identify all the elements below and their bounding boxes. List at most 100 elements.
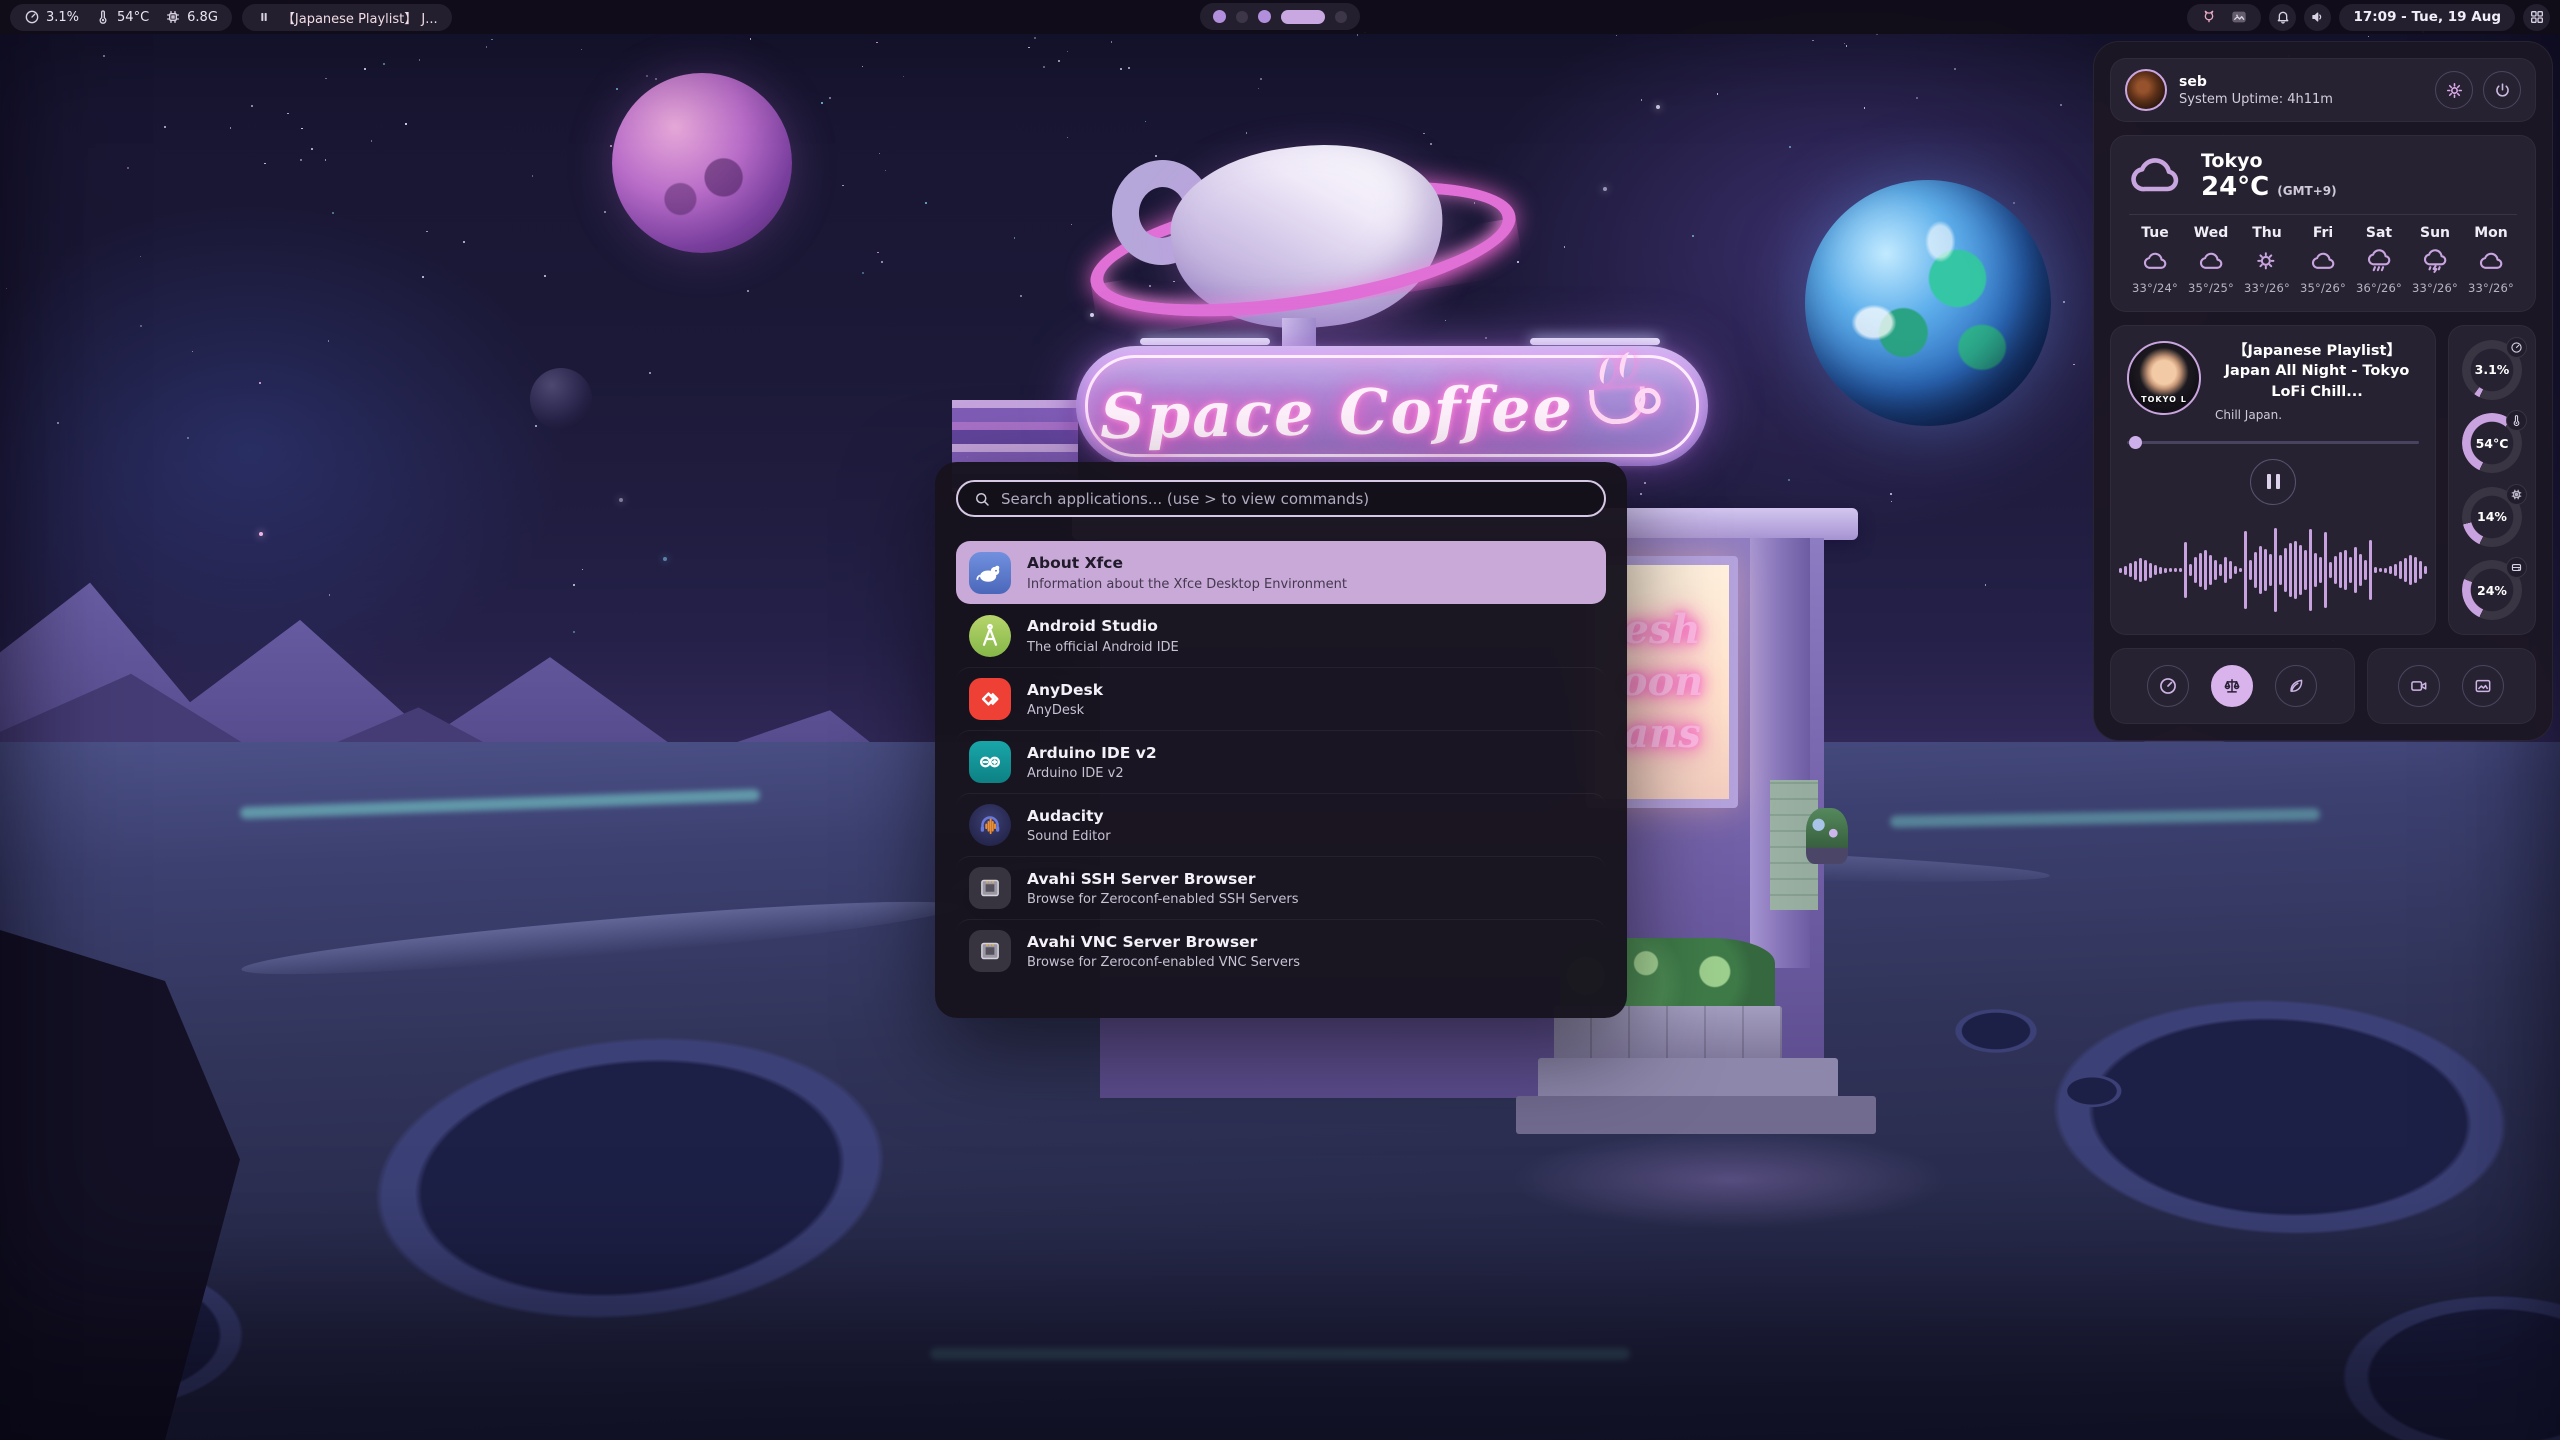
xfce-mouse-icon [969,552,1011,594]
forecast-temps: 33°/26° [2241,281,2293,295]
system-uptime: System Uptime: 4h11m [2179,92,2333,107]
album-art[interactable]: TOKYO L [2127,341,2201,415]
cloud-icon [2309,248,2337,276]
shop-light-pool [1440,1115,2020,1245]
cloud-icon [2141,248,2169,276]
window-neon-line: esh [1623,608,1700,652]
weather-header: Tokyo 24°C (GMT+9) [2129,150,2517,202]
forecast-day-label: Fri [2297,225,2349,241]
avatar[interactable] [2125,69,2167,111]
launcher-item-anydesk[interactable]: AnyDesk AnyDesk [956,667,1606,730]
scales-icon [2222,676,2242,696]
weather-city: Tokyo [2201,150,2337,172]
ground-glow [930,1348,1630,1360]
workspace-dot[interactable] [1258,10,1271,23]
desktop: esh oon ans Space Coffee 3.1% [0,0,2560,1440]
workspace-dot[interactable] [1335,11,1347,23]
search-bar[interactable] [956,480,1606,517]
system-gauges-card: 3.1% 54°C 14% 24% [2448,325,2536,635]
cloud-icon [2197,248,2225,276]
workspace-dot[interactable] [1213,10,1226,23]
screenshot-button[interactable] [2462,665,2504,707]
launcher-item-avahi-vnc[interactable]: Avahi VNC Server Browser Browse for Zero… [956,919,1606,982]
power-button[interactable] [2483,71,2521,109]
network-port-icon [969,930,1011,972]
seek-bar[interactable] [2127,436,2419,449]
partly-sunny-icon [2253,248,2281,276]
launcher-item-android-studio[interactable]: Android Studio The official Android IDE [956,604,1606,667]
forecast-temps: 33°/26° [2409,281,2461,295]
system-stats-pill[interactable]: 3.1% 54°C 6.8G [10,4,232,31]
app-desc: The official Android IDE [1027,640,1179,655]
shop-step [1538,1058,1838,1100]
user-actions [2435,71,2521,109]
app-desc: Browse for Zeroconf-enabled VNC Servers [1027,955,1300,970]
chip-icon [165,9,181,25]
launcher-item-avahi-ssh[interactable]: Avahi SSH Server Browser Browse for Zero… [956,856,1606,919]
launcher-item-audacity[interactable]: Audacity Sound Editor [956,793,1606,856]
image-icon [2473,676,2493,696]
sidebar-main-row: TOKYO L 【Japanese Playlist】 Japan All Ni… [2110,325,2536,635]
power-icon [2493,81,2512,100]
now-playing-text: 【Japanese Playlist】 J... [282,8,438,27]
pause-icon [256,9,272,25]
seek-knob[interactable] [2129,436,2142,449]
screen-record-button[interactable] [2398,665,2440,707]
app-title: About Xfce [1027,553,1347,573]
gauge-icon-badge [2506,484,2527,505]
sign-lamp [1530,338,1660,345]
user-name: seb [2179,74,2333,90]
gauge-icon [24,9,40,25]
forecast-temps: 36°/26° [2353,281,2405,295]
now-playing-pill[interactable]: 【Japanese Playlist】 J... [242,4,452,31]
notifications-button[interactable] [2269,4,2296,31]
launcher-item-arduino[interactable]: Arduino IDE v2 Arduino IDE v2 [956,730,1606,793]
volume-button[interactable] [2304,4,2331,31]
forecast-day: Thu 33°/26° [2241,225,2293,295]
app-grid-button[interactable] [2523,4,2550,31]
app-launcher: About Xfce Information about the Xfce De… [935,462,1627,1018]
search-icon [973,490,991,508]
app-text: AnyDesk AnyDesk [1027,680,1103,718]
forecast-day-label: Thu [2241,225,2293,241]
sidebar-bottom-row [2110,648,2536,724]
cat-pet-icon[interactable] [2201,9,2217,25]
settings-button[interactable] [2435,71,2473,109]
chip-icon [2510,488,2523,501]
weather-card: Tokyo 24°C (GMT+9) Tue 33°/24° Wed [2110,135,2536,312]
search-input[interactable] [1001,490,1589,508]
sign-lamp [1140,338,1270,345]
clock-text: 17:09 - Tue, 19 Aug [2353,9,2501,25]
audio-waveform [2125,520,2421,620]
clock-pill[interactable]: 17:09 - Tue, 19 Aug [2339,4,2515,31]
cpu-value: 3.1% [46,10,79,25]
workspace-active[interactable] [1281,10,1325,24]
speaker-icon [2310,9,2326,25]
performance-mode-button[interactable] [2147,665,2189,707]
track-title: 【Japanese Playlist】 Japan All Night - To… [2215,341,2419,402]
launcher-item-about-xfce[interactable]: About Xfce Information about the Xfce De… [956,541,1606,604]
memory-value: 6.8G [187,10,218,25]
forecast-day-label: Mon [2465,225,2517,241]
network-port-icon [969,867,1011,909]
app-desc: Sound Editor [1027,829,1111,844]
wallpaper-image-icon[interactable] [2231,9,2247,25]
grid-icon [2529,9,2545,25]
play-pause-button[interactable] [2250,459,2296,505]
weather-temp: 24°C [2201,172,2269,202]
eco-mode-button[interactable] [2275,665,2317,707]
quick-toggle-group [2110,648,2355,724]
capture-group [2367,648,2536,724]
workspace-dot[interactable] [1236,11,1248,23]
album-art-label: TOKYO L [2129,395,2199,404]
storm-icon [2421,248,2449,276]
forecast-day: Sat 36°/26° [2353,225,2405,295]
forecast-day-label: Tue [2129,225,2181,241]
pause-bar [2276,474,2280,489]
app-text: About Xfce Information about the Xfce De… [1027,553,1347,591]
app-desc: AnyDesk [1027,703,1103,718]
app-list: About Xfce Information about the Xfce De… [956,541,1606,982]
app-text: Audacity Sound Editor [1027,806,1111,844]
sign-text: Space Coffee [1075,353,1599,470]
balanced-mode-button[interactable] [2211,665,2253,707]
